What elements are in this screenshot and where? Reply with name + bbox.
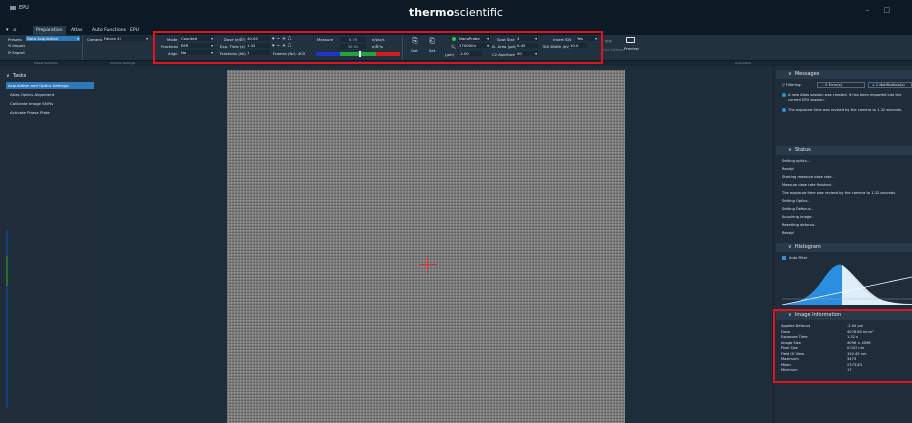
task-item-activate-phase-plate[interactable]: Activate Phase Plate [8,109,94,116]
micrograph-image[interactable] [227,70,625,423]
status-line: Resetting defocus.. [782,223,817,227]
ribbon-divider [82,36,83,60]
chevron-down-icon: ∨ [788,244,792,250]
task-item-acquisition-optics[interactable]: Acquisition and Optics Settings [6,82,94,89]
group-label-acquisition: Acquisition [735,61,752,65]
dropdown-arrow-icon[interactable]: ▾ [6,27,9,33]
task-item-atlas-optics-alignment[interactable]: Atlas Optics Alignment [8,91,94,98]
camera-label: Camera [87,37,102,42]
status-line: Setting Optics.. [782,199,810,203]
chevron-down-icon: ▾ [146,36,148,41]
status-line: The exposure time was revised by the cam… [782,191,897,195]
brand-logo: thermoscientific [409,6,503,19]
checkbox-checked-icon[interactable] [782,256,786,260]
info-icon [782,108,786,112]
maximize-button[interactable]: □ [883,6,904,14]
histogram-plot[interactable] [782,263,912,305]
error-filter-toggle[interactable]: ⊘ 0 Error(s) [817,82,865,88]
chevron-down-icon: ∨ [6,73,10,79]
messages-filter-label: ▽ Filtering: [782,83,802,87]
status-line: Acquiring image.. [782,215,814,219]
message-item: The exposure time was revised by the cam… [782,108,902,112]
status-line: Ready! [782,167,795,171]
tab-atlas[interactable]: Atlas [68,26,85,35]
preview-button[interactable]: Preview [624,46,639,51]
tab-auto-functions[interactable]: Auto Functions [89,26,129,35]
import-icon: ⟲ [8,43,12,48]
auto-filter-checkbox[interactable]: Auto Filter [782,256,807,260]
error-icon: ⊘ [821,83,825,87]
status-line: Setting Defocus.. [782,207,813,211]
home-icon[interactable]: ⌂ [13,27,16,33]
link-icon[interactable]: ⚯ [605,37,612,46]
message-item-continued: current EPU session. [788,98,825,102]
message-item: A new Atlas session was created. It has … [782,93,901,97]
status-header[interactable]: ∨ Status [776,146,912,155]
chevron-down-icon: ∨ [788,71,792,77]
histogram-header[interactable]: ∨ Histogram [776,243,912,252]
notification-filter-toggle[interactable]: ◆ 2 Notification(s) [868,82,912,88]
info-icon: ◆ [872,83,875,87]
quick-access-toolbar[interactable]: ▾ ⌂ [6,27,16,33]
presets-label: Presets [8,37,22,42]
minimize-button[interactable]: – [866,6,884,14]
link-settings-button[interactable]: Link Settings [603,48,624,52]
task-item-calibrate-image-shifts[interactable]: Calibrate Image Shifts [8,100,94,107]
group-label-camera-settings: Camera Settings [110,61,136,65]
chevron-down-icon: ▾ [77,36,79,41]
status-line: Ready! [782,231,795,235]
export-icon: ⟳ [8,50,12,55]
chevron-down-icon: ∨ [788,147,792,153]
tasks-header[interactable]: ∨ Tasks [6,73,26,79]
group-label-preset-selection: Preset Selection [34,61,59,65]
status-line: Setting optics... [782,159,811,163]
status-line: Measure dose rate finished. [782,183,832,187]
status-line: Starting measure dose rate... [782,175,835,179]
filter-icon: ▽ [782,83,785,87]
side-indicator-strip [6,256,8,286]
messages-header[interactable]: ∨ Messages [776,70,912,79]
tasks-panel [0,66,96,423]
highlight-box-image-information [773,309,912,383]
camera-icon[interactable] [626,37,635,43]
info-icon [782,93,786,97]
import-button[interactable]: ⟲ Import [8,43,25,48]
tab-preparation[interactable]: Preparation [33,26,66,35]
tab-epu[interactable]: EPU [127,26,142,35]
export-button[interactable]: ⟳ Export [8,50,25,55]
window-controls[interactable]: –□ [866,6,904,14]
highlight-box-ribbon [153,31,603,64]
presets-select[interactable]: Data Acquisition ▾ [26,36,80,41]
camera-select[interactable]: Falcon 4i ▾ [103,36,149,41]
crosshair-icon [419,256,437,274]
